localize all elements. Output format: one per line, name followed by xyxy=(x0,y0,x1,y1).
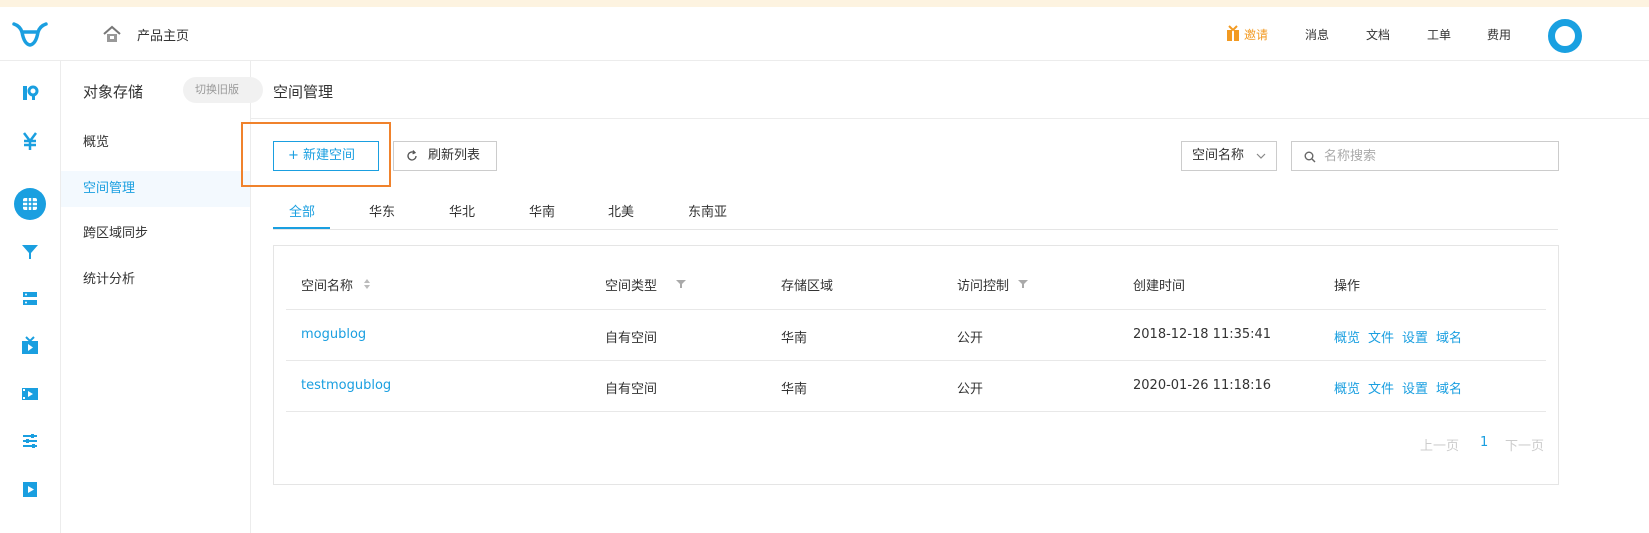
filter-icon[interactable] xyxy=(676,279,686,289)
icon-rail xyxy=(0,61,61,533)
bucket-name-link[interactable]: testmogublog xyxy=(301,378,391,393)
product-home-link[interactable]: 产品主页 xyxy=(137,25,189,44)
bucket-created: 2020-01-26 11:18:16 xyxy=(1133,378,1272,393)
object-storage-subnav: 对象存储 切换旧版 概览 空间管理 跨区域同步 统计分析 xyxy=(61,61,263,533)
tab-east-china[interactable]: 华东 xyxy=(369,201,395,220)
action-settings-link[interactable]: 设置 xyxy=(1402,327,1428,346)
subnav-item-space-management[interactable]: 空间管理 xyxy=(61,171,250,207)
search-field-select-value: 空间名称 xyxy=(1192,148,1245,163)
action-overview-link[interactable]: 概览 xyxy=(1334,378,1360,397)
row-divider xyxy=(286,360,1546,361)
top-header: 产品主页 邀请 消息 文档 工单 费用 xyxy=(0,7,1649,61)
action-overview-link[interactable]: 概览 xyxy=(1334,327,1360,346)
column-header-region: 存储区域 xyxy=(781,279,834,294)
bucket-name-link[interactable]: mogublog xyxy=(301,327,366,342)
media-play-icon[interactable] xyxy=(20,479,40,499)
home-icon[interactable] xyxy=(102,25,122,43)
invite-link[interactable]: 邀请 xyxy=(1244,26,1268,43)
live-video-icon[interactable] xyxy=(20,336,40,356)
row-divider xyxy=(286,309,1546,310)
tab-north-china[interactable]: 华北 xyxy=(449,201,475,220)
bucket-created: 2018-12-18 11:35:41 xyxy=(1133,327,1272,342)
sliders-icon[interactable] xyxy=(20,431,40,451)
billing-link[interactable]: 费用 xyxy=(1487,26,1511,43)
action-files-link[interactable]: 文件 xyxy=(1368,378,1394,397)
top-notice-strip xyxy=(0,0,1649,7)
region-tabs: 全部 华东 华北 华南 北美 东南亚 xyxy=(273,191,1558,230)
film-icon[interactable] xyxy=(20,384,40,404)
messages-link[interactable]: 消息 xyxy=(1305,26,1329,43)
overview-icon[interactable] xyxy=(20,83,40,103)
sort-icon[interactable] xyxy=(363,278,371,290)
tab-south-china[interactable]: 华南 xyxy=(529,201,555,220)
column-header-access: 访问控制 xyxy=(957,279,1010,294)
server-icon[interactable] xyxy=(20,289,40,309)
logo-icon[interactable] xyxy=(10,18,50,50)
subnav-item-overview[interactable]: 概览 xyxy=(61,125,250,161)
action-files-link[interactable]: 文件 xyxy=(1368,327,1394,346)
bucket-region: 华南 xyxy=(781,382,808,397)
refresh-icon xyxy=(407,150,417,161)
yen-icon[interactable] xyxy=(20,131,40,151)
action-settings-link[interactable]: 设置 xyxy=(1402,378,1428,397)
filter-icon[interactable] xyxy=(1018,279,1028,289)
bucket-region: 华南 xyxy=(781,331,808,346)
bucket-access: 公开 xyxy=(957,382,984,397)
action-domain-link[interactable]: 域名 xyxy=(1436,378,1462,397)
pager-next[interactable]: 下一页 xyxy=(1505,435,1544,454)
pager-prev[interactable]: 上一页 xyxy=(1420,435,1459,454)
active-tab-underline xyxy=(273,227,330,229)
new-bucket-button[interactable]: + 新建空间 xyxy=(273,141,379,171)
refresh-list-button[interactable]: 刷新列表 xyxy=(393,141,497,171)
gift-icon xyxy=(1227,25,1239,41)
search-icon xyxy=(1304,151,1316,163)
tickets-link[interactable]: 工单 xyxy=(1427,26,1451,43)
pager-current-page[interactable]: 1 xyxy=(1480,435,1488,450)
column-header-name[interactable]: 空间名称 xyxy=(301,275,353,294)
tab-all[interactable]: 全部 xyxy=(289,201,315,220)
page-title: 空间管理 xyxy=(273,83,334,101)
search-input[interactable] xyxy=(1324,146,1544,166)
bucket-access: 公开 xyxy=(957,331,984,346)
tab-southeast-asia[interactable]: 东南亚 xyxy=(688,201,727,220)
bucket-type: 自有空间 xyxy=(605,382,658,397)
bucket-table: 空间名称 空间类型 存储区域 访问控制 创建时间 操作 mogublog 自有空… xyxy=(273,245,1559,485)
bucket-type: 自有空间 xyxy=(605,331,658,346)
column-header-actions: 操作 xyxy=(1334,279,1361,294)
main-content: 空间管理 + 新建空间 刷新列表 空间名称 全部 华东 华北 华南 北美 东南亚… xyxy=(241,61,1649,533)
tab-north-america[interactable]: 北美 xyxy=(608,201,634,220)
avatar[interactable] xyxy=(1548,19,1582,53)
search-field-select[interactable]: 空间名称 xyxy=(1181,141,1277,171)
subnav-title: 对象存储 xyxy=(83,83,144,101)
subnav-item-statistics[interactable]: 统计分析 xyxy=(61,262,250,298)
docs-link[interactable]: 文档 xyxy=(1366,26,1390,43)
search-box xyxy=(1291,141,1559,171)
row-divider xyxy=(286,411,1546,412)
chevron-down-icon xyxy=(1256,153,1266,159)
column-header-created: 创建时间 xyxy=(1133,279,1186,294)
grid-storage-icon xyxy=(23,198,37,210)
funnel-icon[interactable] xyxy=(20,241,40,261)
refresh-list-label: 刷新列表 xyxy=(428,148,481,163)
column-header-type: 空间类型 xyxy=(605,279,658,294)
action-domain-link[interactable]: 域名 xyxy=(1436,327,1462,346)
subnav-item-cross-region-sync[interactable]: 跨区域同步 xyxy=(61,216,250,252)
divider xyxy=(251,118,1649,119)
